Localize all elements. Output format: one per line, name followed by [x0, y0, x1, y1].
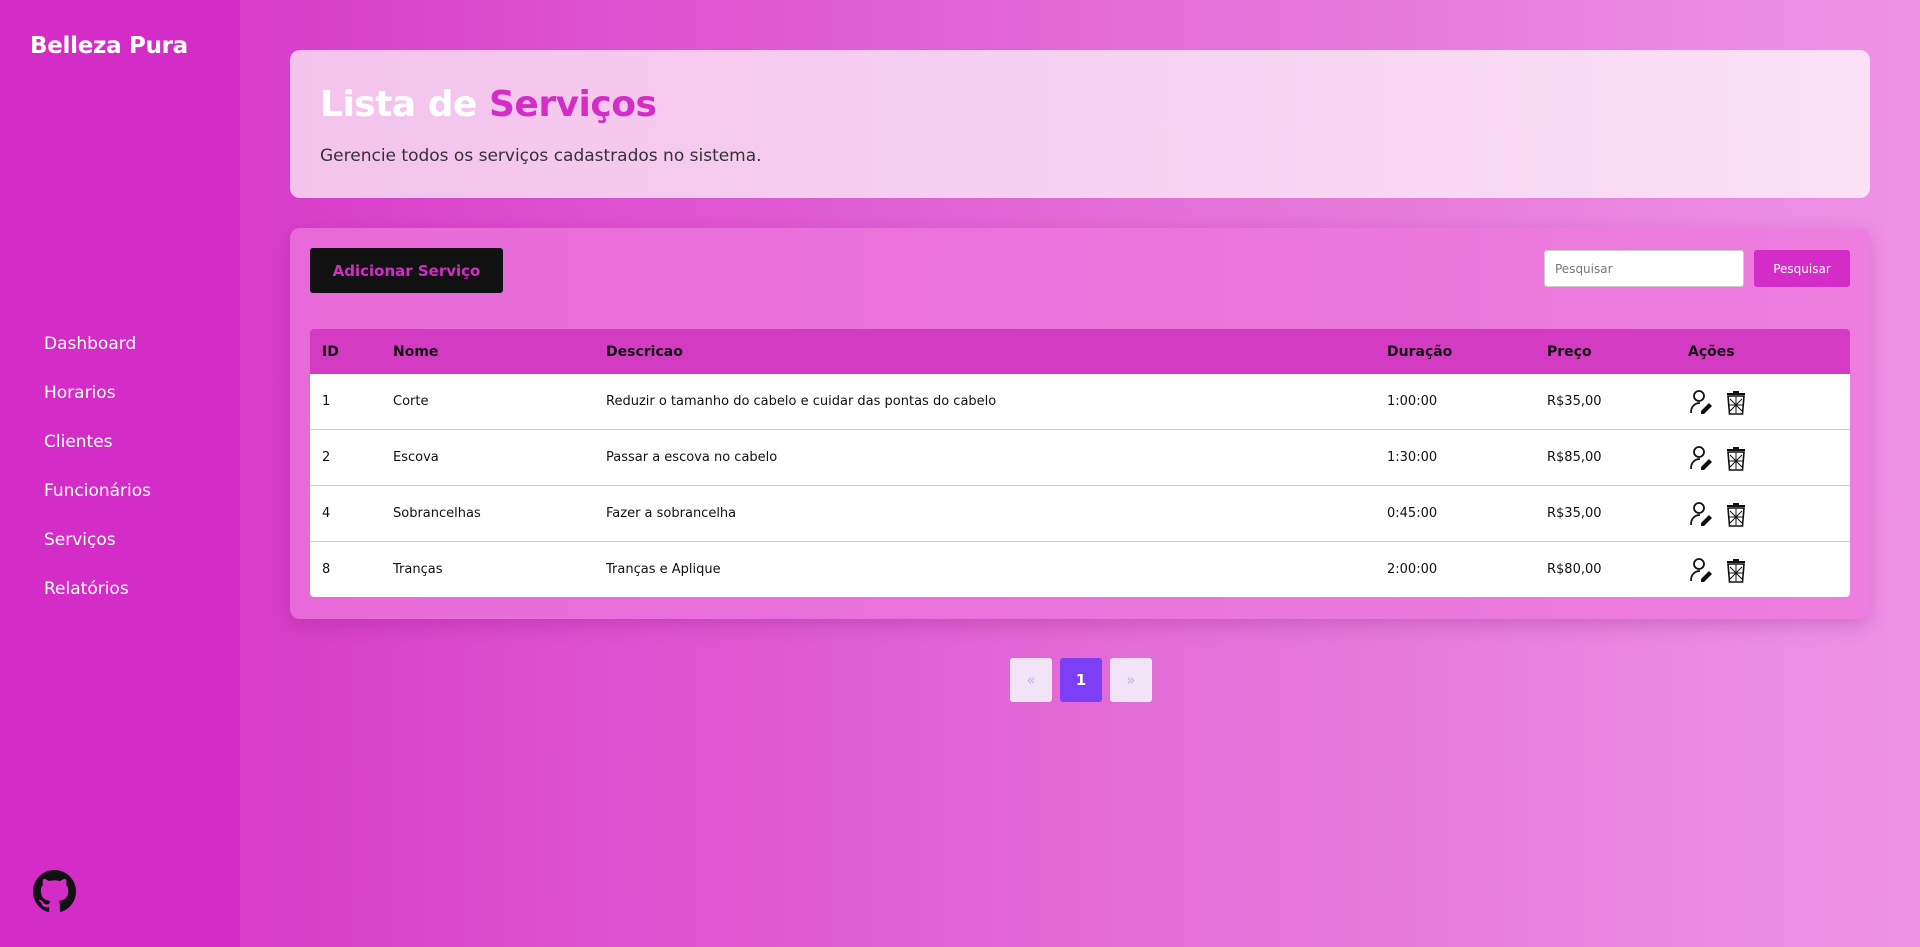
pagination-prev-button[interactable]: «: [1010, 658, 1052, 702]
column-header-acoes: Ações: [1688, 343, 1735, 360]
table-row: 8 Tranças Tranças e Aplique 2:00:00 R$80…: [310, 542, 1850, 597]
page-title-highlight: Serviços: [488, 84, 657, 125]
column-header-nome[interactable]: Nome: [393, 329, 438, 374]
edit-user-icon[interactable]: [1688, 500, 1714, 528]
edit-user-icon[interactable]: [1688, 388, 1714, 416]
page-header: Lista de Serviços Gerencie todos os serv…: [290, 50, 1870, 198]
cell-descricao: Reduzir o tamanho do cabelo e cuidar das…: [606, 394, 997, 409]
sidebar-item-relatorios[interactable]: Relatórios: [44, 573, 151, 622]
trash-icon[interactable]: [1723, 556, 1749, 584]
search-button[interactable]: Pesquisar: [1754, 250, 1850, 287]
cell-duracao: 1:00:00: [1387, 394, 1438, 409]
cell-descricao: Fazer a sobrancelha: [606, 506, 737, 521]
cell-nome: Sobrancelhas: [393, 506, 481, 521]
pagination: « 1 »: [1010, 658, 1152, 702]
cell-nome: Tranças: [393, 562, 443, 577]
trash-icon[interactable]: [1723, 500, 1749, 528]
cell-acoes: [1688, 486, 1758, 541]
search-input[interactable]: [1544, 250, 1744, 287]
sidebar-item-funcionarios[interactable]: Funcionários: [44, 475, 151, 524]
column-header-duracao[interactable]: Duração: [1387, 329, 1452, 374]
cell-duracao: 1:30:00: [1387, 450, 1438, 465]
cell-id: 4: [322, 506, 331, 521]
edit-user-icon[interactable]: [1688, 444, 1714, 472]
cell-duracao: 0:45:00: [1387, 506, 1438, 521]
page-title-prefix: Lista de: [320, 84, 489, 125]
column-header-preco[interactable]: Preço: [1547, 329, 1592, 374]
cell-id: 2: [322, 450, 331, 465]
sidebar-nav: Dashboard Horarios Clientes Funcionários…: [44, 328, 151, 622]
sidebar-item-clientes[interactable]: Clientes: [44, 426, 151, 475]
add-service-button[interactable]: Adicionar Serviço: [310, 248, 503, 293]
github-icon[interactable]: [33, 870, 76, 913]
cell-preco: R$85,00: [1547, 450, 1602, 465]
table-row: 2 Escova Passar a escova no cabelo 1:30:…: [310, 430, 1850, 486]
cell-descricao: Tranças e Aplique: [606, 562, 721, 577]
column-header-descricao[interactable]: Descricao: [606, 329, 683, 374]
cell-id: 1: [322, 394, 331, 409]
cell-descricao: Passar a escova no cabelo: [606, 450, 778, 465]
table-row: 4 Sobrancelhas Fazer a sobrancelha 0:45:…: [310, 486, 1850, 542]
page-subtitle: Gerencie todos os serviços cadastrados n…: [320, 146, 762, 166]
cell-preco: R$80,00: [1547, 562, 1602, 577]
cell-preco: R$35,00: [1547, 506, 1602, 521]
cell-preco: R$35,00: [1547, 394, 1602, 409]
brand-logo-text[interactable]: Belleza Pura: [30, 33, 188, 59]
services-panel: Adicionar Serviço Pesquisar ID Nome Desc…: [290, 228, 1870, 619]
page-title: Lista de Serviços: [320, 84, 657, 125]
cell-nome: Corte: [393, 394, 429, 409]
trash-icon[interactable]: [1723, 388, 1749, 416]
cell-acoes: [1688, 542, 1758, 597]
cell-id: 8: [322, 562, 331, 577]
cell-acoes: [1688, 430, 1758, 485]
sidebar-item-horarios[interactable]: Horarios: [44, 377, 151, 426]
cell-duracao: 2:00:00: [1387, 562, 1438, 577]
table-row: 1 Corte Reduzir o tamanho do cabelo e cu…: [310, 374, 1850, 430]
column-header-id[interactable]: ID: [322, 329, 339, 374]
pagination-page-1[interactable]: 1: [1060, 658, 1102, 702]
cell-acoes: [1688, 374, 1758, 429]
sidebar-item-servicos[interactable]: Serviços: [44, 524, 151, 573]
table-header: ID Nome Descricao Duração Preço Ações: [310, 329, 1850, 374]
sidebar: Belleza Pura Dashboard Horarios Clientes…: [0, 0, 240, 947]
sidebar-item-dashboard[interactable]: Dashboard: [44, 328, 151, 377]
pagination-next-button[interactable]: »: [1110, 658, 1152, 702]
services-table: ID Nome Descricao Duração Preço Ações 1 …: [310, 329, 1850, 597]
cell-nome: Escova: [393, 450, 439, 465]
trash-icon[interactable]: [1723, 444, 1749, 472]
edit-user-icon[interactable]: [1688, 556, 1714, 584]
